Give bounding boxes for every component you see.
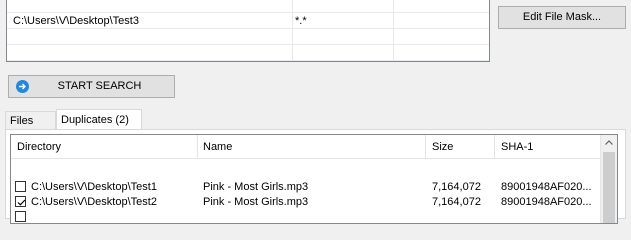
list-header: Directory Name Size SHA-1: [11, 135, 601, 159]
row-name: Pink - Most Girls.mp3: [203, 181, 309, 193]
table-row[interactable]: C:\Users\V\Desktop\Test1 Pink - Most Gir…: [11, 180, 601, 194]
chevron-up-icon: [605, 140, 613, 145]
start-search-label: START SEARCH: [57, 80, 142, 92]
column-separator[interactable]: [494, 135, 495, 159]
row-checkbox[interactable]: [15, 181, 26, 192]
row-size: 7,164,072: [432, 181, 481, 193]
check-icon: [17, 199, 26, 206]
row-sha1: 89001948AF020...: [501, 181, 592, 193]
folder-list[interactable]: C:\Users\V\Desktop\Test3 *.*: [6, 0, 490, 62]
folder-mask: *.*: [295, 15, 307, 27]
column-header-directory[interactable]: Directory: [17, 135, 61, 159]
tab-duplicates[interactable]: Duplicates (2): [56, 109, 142, 130]
row-name: Pink - Most Girls.mp3: [203, 196, 309, 208]
tab-files[interactable]: Files (50): [5, 111, 56, 145]
column-separator[interactable]: [425, 135, 426, 159]
scroll-up-button[interactable]: [601, 135, 617, 152]
scroll-thumb[interactable]: [603, 152, 615, 223]
row-directory: C:\Users\V\Desktop\Test2: [31, 196, 157, 208]
folder-row-blank: [7, 0, 489, 13]
vertical-scrollbar[interactable]: [600, 135, 617, 223]
column-separator[interactable]: [197, 135, 198, 159]
folder-row-empty: [7, 29, 489, 45]
duplicates-list[interactable]: Directory Name Size SHA-1 C:\Users\V\Des…: [10, 134, 618, 224]
column-header-name[interactable]: Name: [203, 135, 232, 159]
row-checkbox[interactable]: [15, 211, 26, 222]
folder-row-empty: [7, 45, 489, 61]
row-sha1: 89001948AF020...: [501, 196, 592, 208]
row-size: 7,164,072: [432, 196, 481, 208]
table-row[interactable]: C:\Users\V\Desktop\Test2 Pink - Most Gir…: [11, 195, 601, 209]
column-header-size[interactable]: Size: [432, 135, 453, 159]
start-search-button[interactable]: START SEARCH: [8, 75, 175, 98]
column-header-sha1[interactable]: SHA-1: [501, 135, 533, 159]
folder-directory: C:\Users\V\Desktop\Test3: [13, 15, 139, 27]
row-checkbox[interactable]: [15, 196, 26, 207]
edit-file-mask-button[interactable]: Edit File Mask...: [498, 6, 626, 29]
table-row-partial[interactable]: [11, 210, 601, 223]
row-directory: C:\Users\V\Desktop\Test1: [31, 181, 157, 193]
folder-row[interactable]: C:\Users\V\Desktop\Test3 *.*: [7, 13, 489, 29]
